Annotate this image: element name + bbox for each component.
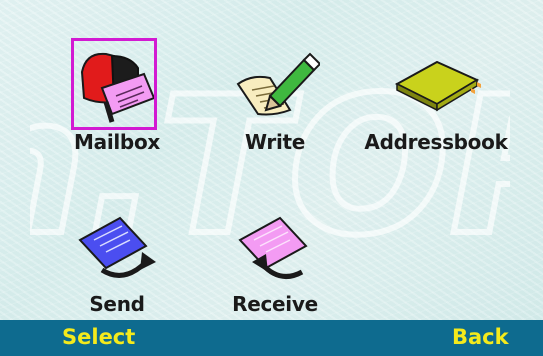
menu-item-send[interactable]: Send — [42, 200, 192, 316]
receive-icon — [238, 216, 308, 279]
menu-item-label: Mailbox — [74, 130, 160, 154]
back-softkey[interactable]: Back — [452, 325, 509, 349]
selection-highlight — [71, 38, 157, 130]
menu-item-receive[interactable]: Receive — [200, 200, 350, 316]
app-screen: n.TOP Mailbox Write — [0, 0, 543, 356]
menu-item-write[interactable]: Write — [200, 38, 350, 154]
menu-item-label: Addressbook — [364, 130, 508, 154]
menu-item-label: Send — [89, 292, 145, 316]
send-icon — [78, 216, 156, 278]
addressbook-icon — [394, 60, 481, 112]
menu-item-addressbook[interactable]: Addressbook — [361, 38, 511, 154]
menu-item-label: Receive — [232, 292, 318, 316]
softkey-bar: Select Back — [0, 320, 543, 356]
select-softkey[interactable]: Select — [62, 325, 135, 349]
menu-item-mailbox[interactable]: Mailbox — [42, 38, 192, 154]
write-icon — [236, 52, 322, 116]
menu-item-label: Write — [244, 130, 306, 154]
